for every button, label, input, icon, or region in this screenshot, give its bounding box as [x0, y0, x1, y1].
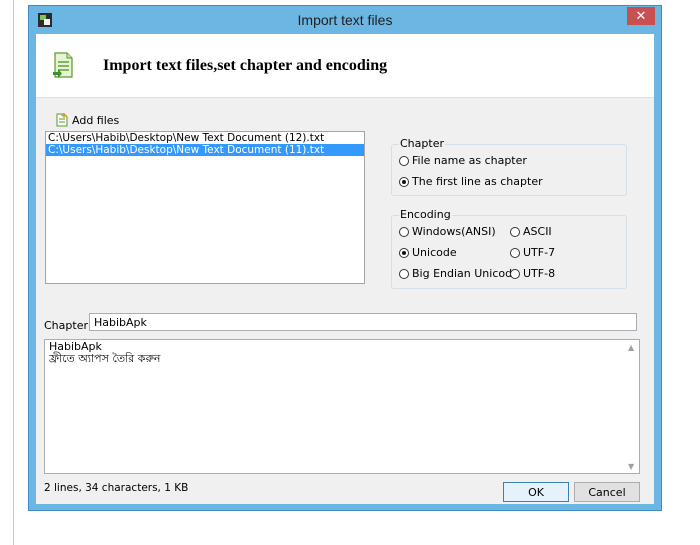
radio-label: Big Endian Unicode [412, 267, 519, 280]
header-title: Import text files,set chapter and encodi… [103, 57, 388, 74]
close-icon: ✕ [635, 8, 647, 24]
radio-label: Windows(ANSI) [412, 225, 496, 238]
radio-indicator [510, 226, 520, 237]
radio-indicator [399, 155, 409, 166]
chapter-group [391, 144, 627, 196]
radio-indicator [399, 226, 409, 237]
radio-indicator-checked [399, 176, 409, 187]
radio-label: File name as chapter [412, 154, 527, 167]
radio-unicode[interactable]: Unicode [399, 246, 457, 259]
radio-label: The first line as chapter [412, 175, 543, 188]
file-list[interactable]: C:\Users\Habib\Desktop\New Text Document… [45, 131, 365, 284]
radio-big-endian-unicode[interactable]: Big Endian Unicode [399, 267, 519, 280]
chapter-input[interactable]: HabibApk [89, 313, 637, 331]
radio-windows-ansi[interactable]: Windows(ANSI) [399, 225, 496, 238]
background-divider [13, 0, 14, 545]
file-list-item[interactable]: C:\Users\Habib\Desktop\New Text Document… [46, 132, 364, 144]
status-text: 2 lines, 34 characters, 1 KB [44, 482, 189, 494]
preview-line: ফ্রীতে অ্যাপস তৈরি করুন [49, 352, 161, 365]
header-banner: Import text files,set chapter and encodi… [36, 34, 654, 98]
radio-indicator [510, 247, 520, 258]
radio-utf7[interactable]: UTF-7 [510, 246, 555, 259]
dialog-body: Import text files,set chapter and encodi… [36, 34, 654, 504]
radio-label: ASCII [523, 225, 552, 238]
title-bar[interactable]: Import text files ✕ [29, 6, 661, 34]
radio-label: Unicode [412, 246, 457, 259]
preview-content: HabibApk ফ্রীতে অ্যাপস তৈরি করুন [49, 341, 160, 365]
radio-utf8[interactable]: UTF-8 [510, 267, 555, 280]
chapter-group-legend: Chapter [399, 137, 445, 150]
ok-button[interactable]: OK [503, 482, 569, 502]
chapter-field-label: Chapter: [44, 319, 92, 332]
radio-indicator [399, 268, 409, 279]
cancel-button[interactable]: Cancel [574, 482, 640, 502]
radio-label: UTF-7 [523, 246, 556, 259]
radio-ascii[interactable]: ASCII [510, 225, 552, 238]
scroll-down-icon[interactable]: ▼ [628, 462, 634, 471]
radio-indicator [510, 268, 520, 279]
add-file-icon [56, 113, 68, 127]
encoding-group-legend: Encoding [399, 208, 452, 221]
radio-indicator-checked [399, 247, 409, 258]
radio-file-name-as-chapter[interactable]: File name as chapter [399, 154, 527, 167]
add-files-button[interactable]: Add files [56, 111, 119, 129]
radio-label: UTF-8 [523, 267, 556, 280]
close-button[interactable]: ✕ [627, 7, 655, 25]
preview-textarea[interactable]: HabibApk ফ্রীতে অ্যাপস তৈরি করুন ▲ ▼ [44, 339, 640, 474]
window-title: Import text files [297, 12, 393, 28]
file-list-item-selected[interactable]: C:\Users\Habib\Desktop\New Text Document… [46, 144, 364, 156]
add-files-label: Add files [72, 113, 120, 127]
document-import-icon [53, 52, 73, 78]
scroll-up-icon[interactable]: ▲ [628, 343, 634, 352]
radio-first-line-as-chapter[interactable]: The first line as chapter [399, 175, 543, 188]
vertical-scrollbar[interactable]: ▲ ▼ [625, 340, 639, 473]
import-dialog: Import text files ✕ Import text files,se… [29, 6, 661, 510]
